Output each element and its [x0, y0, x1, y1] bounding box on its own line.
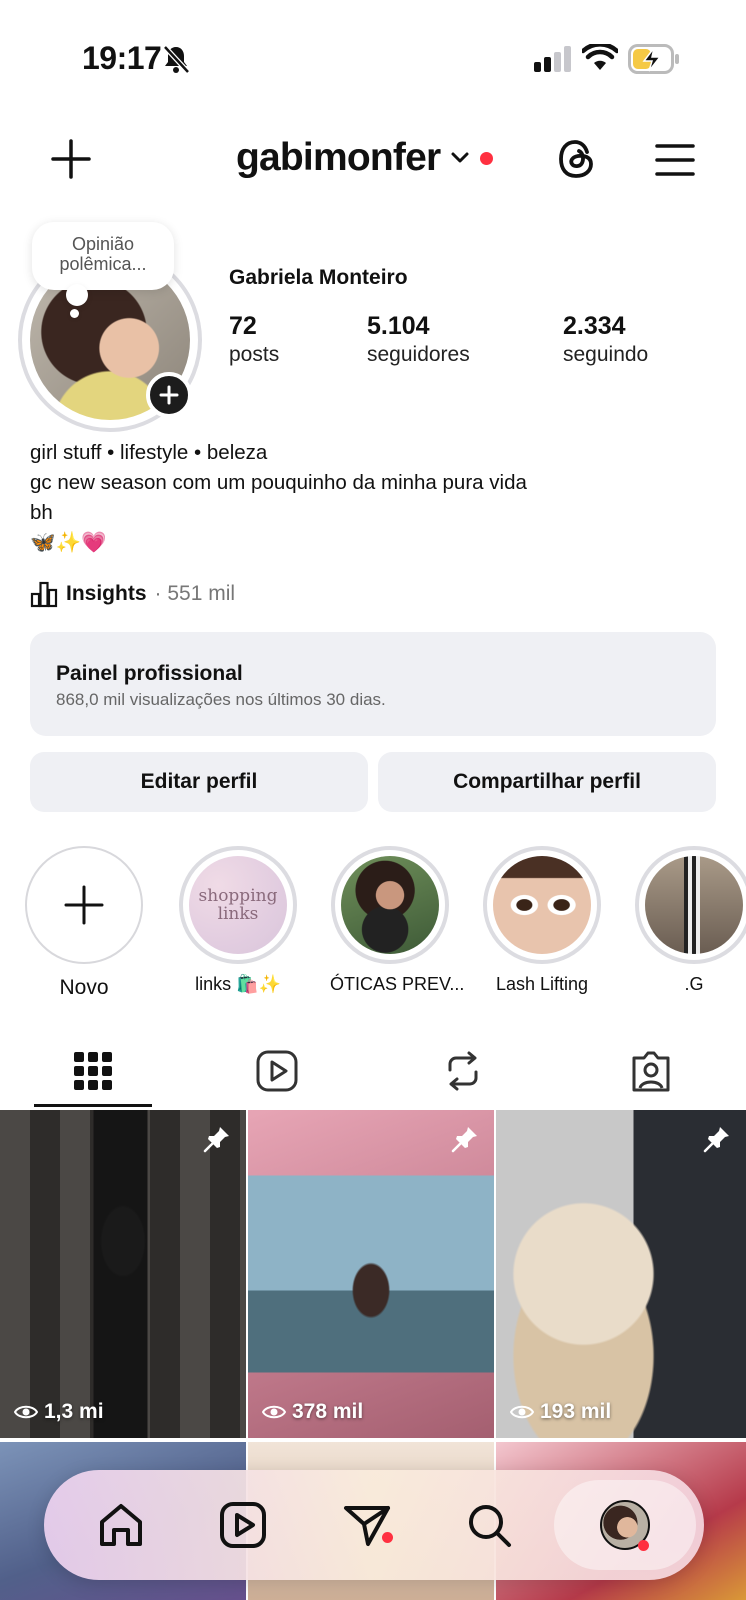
- plus-icon: [64, 885, 104, 925]
- professional-dashboard[interactable]: Painel profissional 868,0 mil visualizaç…: [30, 632, 716, 736]
- messages-notification-dot: [382, 1532, 393, 1543]
- notification-dot: [480, 151, 494, 165]
- post-views: 193 mil: [510, 1400, 611, 1424]
- panel-title: Painel profissional: [56, 662, 243, 685]
- wifi-icon: [582, 44, 618, 70]
- post-tile[interactable]: 1,3 mi: [0, 1110, 246, 1438]
- eye-icon: [14, 1405, 38, 1419]
- note-bubble[interactable]: Opinião polêmica...: [32, 222, 174, 318]
- reels-tab-icon[interactable]: [254, 1048, 300, 1094]
- highlight-label: Lash Lifting: [495, 974, 589, 994]
- insights-label: Insights: [66, 582, 147, 605]
- highlight-cover-shopping-links: shopping links: [189, 856, 287, 954]
- stat-posts-label: posts: [229, 343, 280, 366]
- post-views-count: 1,3 mi: [44, 1400, 104, 1423]
- grid-tab-icon[interactable]: [70, 1048, 116, 1094]
- highlight-new-ring: [25, 846, 143, 964]
- post-views: 1,3 mi: [14, 1400, 104, 1424]
- highlight-ring: [635, 846, 746, 964]
- note-tail: [66, 284, 88, 306]
- username: gabimonfer: [236, 136, 441, 179]
- bio-line: girl stuff • lifestyle • beleza: [30, 441, 268, 464]
- search-icon[interactable]: [462, 1498, 516, 1552]
- highlight-label: Novo: [59, 976, 109, 999]
- post-views: 378 mil: [262, 1400, 363, 1424]
- highlight-label: links 🛍️✨: [195, 974, 281, 994]
- highlight-cover-image: [493, 856, 591, 954]
- account-switcher[interactable]: gabimonfer: [236, 136, 494, 180]
- threads-icon[interactable]: [554, 136, 600, 182]
- battery-charging-icon: [628, 44, 679, 74]
- bio-emoji-line: 🦋✨💗: [30, 531, 107, 554]
- stat-posts[interactable]: 72 posts: [229, 312, 279, 367]
- stat-posts-value: 72: [229, 312, 257, 340]
- stat-followers-label: seguidores: [367, 343, 470, 366]
- highlight-ring: shopping links: [179, 846, 297, 964]
- profile-tabs: [0, 1040, 746, 1110]
- highlight-links[interactable]: shopping links links 🛍️✨: [178, 846, 298, 995]
- stat-following[interactable]: 2.334 seguindo: [563, 312, 648, 367]
- highlight-new[interactable]: Novo: [24, 846, 144, 1000]
- chevron-down-icon: [451, 152, 469, 163]
- bio-line: gc new season com um pouquinho da minha …: [30, 471, 527, 494]
- plus-icon: [159, 385, 179, 405]
- panel-subtitle: 868,0 mil visualizações nos últimos 30 d…: [56, 690, 386, 709]
- pin-icon: [451, 1127, 477, 1153]
- home-icon[interactable]: [94, 1498, 148, 1552]
- profile-notification-dot: [638, 1540, 649, 1551]
- profile-header: gabimonfer: [0, 130, 746, 194]
- edit-profile-button[interactable]: Editar perfil: [30, 752, 368, 812]
- note-tail-small: [70, 309, 79, 318]
- pin-icon: [703, 1127, 729, 1153]
- post-tile[interactable]: 378 mil: [248, 1110, 494, 1438]
- menu-hamburger-icon[interactable]: [654, 140, 696, 180]
- reels-icon[interactable]: [216, 1498, 270, 1552]
- reposts-tab-icon[interactable]: [440, 1048, 486, 1094]
- insights-value: · 551 mil: [154, 582, 236, 605]
- post-views-count: 378 mil: [292, 1400, 364, 1423]
- highlight-ring: [483, 846, 601, 964]
- direct-messages-icon[interactable]: [340, 1498, 394, 1552]
- highlight-lash-lifting[interactable]: Lash Lifting: [482, 846, 602, 995]
- create-plus-icon[interactable]: [50, 138, 92, 180]
- share-profile-button[interactable]: Compartilhar perfil: [378, 752, 716, 812]
- add-story-button[interactable]: [146, 372, 192, 418]
- stat-following-label: seguindo: [563, 343, 649, 366]
- highlight-oticas[interactable]: ÓTICAS PREV...: [330, 846, 465, 995]
- status-time: 19:17: [82, 40, 162, 76]
- pin-icon: [203, 1127, 229, 1153]
- note-text: Opinião polêmica...: [59, 234, 147, 274]
- highlight-g[interactable]: .G: [634, 846, 746, 995]
- bottom-navigation: [44, 1470, 704, 1580]
- tagged-tab-icon[interactable]: [628, 1048, 674, 1094]
- bar-chart-icon: [30, 581, 58, 608]
- bio: girl stuff • lifestyle • beleza gc new s…: [30, 438, 527, 558]
- cell-signal-icon: [534, 46, 571, 72]
- bio-line: bh: [30, 501, 53, 524]
- highlight-ring: [331, 846, 449, 964]
- highlight-cover-text: shopping links: [198, 886, 278, 924]
- highlight-label: .G: [684, 974, 704, 994]
- bell-slash-icon: [163, 45, 190, 74]
- highlight-label: ÓTICAS PREV...: [330, 974, 465, 994]
- stat-followers[interactable]: 5.104 seguidores: [367, 312, 470, 367]
- highlight-cover-image: [645, 856, 743, 954]
- stat-followers-value: 5.104: [367, 312, 430, 340]
- eye-icon: [262, 1405, 286, 1419]
- post-views-count: 193 mil: [540, 1400, 612, 1423]
- full-name: Gabriela Monteiro: [229, 266, 408, 289]
- highlight-cover-image: [341, 856, 439, 954]
- status-bar: 19:17: [0, 0, 746, 110]
- insights-link[interactable]: Insights · 551 mil: [30, 580, 235, 608]
- eye-icon: [510, 1405, 534, 1419]
- active-tab-indicator: [34, 1104, 152, 1107]
- stat-following-value: 2.334: [563, 312, 626, 340]
- post-tile[interactable]: 193 mil: [496, 1110, 746, 1438]
